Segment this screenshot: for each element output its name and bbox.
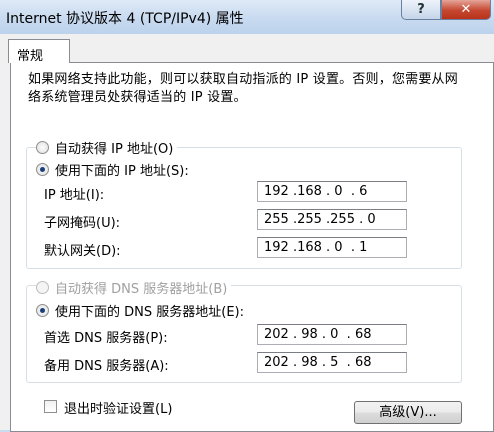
ip-address-label: IP 地址(I): — [44, 188, 105, 203]
auto-ip-label: 自动获得 IP 地址(O) — [55, 142, 174, 157]
manual-ip-option[interactable]: 使用下面的 IP 地址(S): — [36, 160, 193, 179]
manual-dns-radio[interactable] — [36, 304, 49, 317]
description-text: 如果网络支持此功能，则可以获取自动指派的 IP 设置。否则，您需要从网络系统管理… — [28, 72, 458, 105]
auto-dns-radio — [36, 281, 49, 294]
manual-dns-option[interactable]: 使用下面的 DNS 服务器地址(E): — [36, 301, 248, 320]
help-button[interactable]: ? — [401, 0, 441, 20]
close-button[interactable]: ✕ — [441, 0, 491, 20]
manual-ip-radio[interactable] — [36, 163, 49, 176]
subnet-mask-input[interactable]: 255 .255 .255 . 0 — [257, 209, 407, 230]
window-title: Internet 协议版本 4 (TCP/IPv4) 属性 — [6, 11, 244, 27]
auto-ip-radio[interactable] — [36, 141, 49, 154]
auto-ip-option[interactable]: 自动获得 IP 地址(O) — [36, 138, 178, 157]
auto-dns-option: 自动获得 DNS 服务器地址(B) — [36, 278, 232, 297]
auto-dns-label: 自动获得 DNS 服务器地址(B) — [55, 282, 228, 297]
preferred-dns-input[interactable]: 202 . 98 . 0 . 68 — [257, 324, 407, 345]
validate-checkbox[interactable] — [44, 400, 57, 413]
subnet-mask-label: 子网掩码(U): — [44, 216, 121, 231]
alternate-dns-input[interactable]: 202 . 98 . 5 . 68 — [257, 352, 407, 373]
preferred-dns-label: 首选 DNS 服务器(P): — [44, 331, 168, 346]
tab-general[interactable]: 常规 — [8, 39, 70, 64]
title-bar: Internet 协议版本 4 (TCP/IPv4) 属性 ? ✕ — [0, 0, 494, 34]
advanced-button[interactable]: 高级(V)... — [354, 401, 462, 424]
ip-address-input[interactable]: 192 .168 . 0 . 6 — [257, 181, 407, 202]
validate-label[interactable]: 退出时验证设置(L) — [64, 398, 172, 417]
manual-ip-label: 使用下面的 IP 地址(S): — [55, 164, 189, 179]
alternate-dns-label: 备用 DNS 服务器(A): — [44, 359, 169, 374]
default-gateway-label: 默认网关(D): — [44, 244, 121, 259]
manual-dns-label: 使用下面的 DNS 服务器地址(E): — [55, 305, 244, 320]
default-gateway-input[interactable]: 192 .168 . 0 . 1 — [257, 237, 407, 258]
